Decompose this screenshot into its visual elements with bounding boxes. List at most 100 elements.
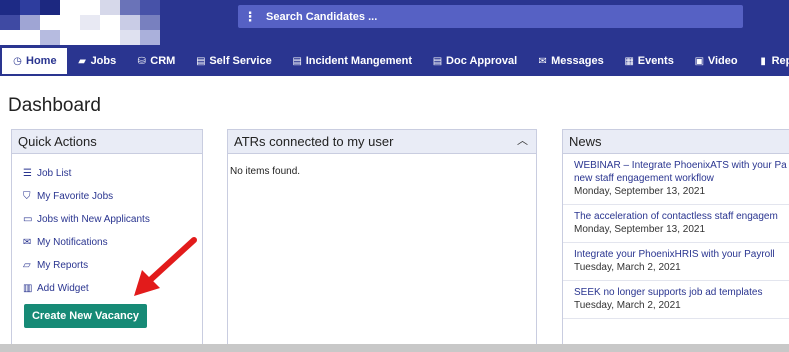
news-link[interactable]: WEBINAR – Integrate PhoenixATS with your… (574, 159, 789, 172)
nav-item-label: Messages (551, 55, 604, 67)
logo-tile (120, 0, 140, 15)
folder-icon: ▰ (78, 55, 86, 67)
quick-actions-title: Quick Actions (12, 130, 202, 154)
news-list: WEBINAR – Integrate PhoenixATS with your… (563, 154, 789, 319)
horizontal-scrollbar[interactable] (0, 344, 789, 352)
atr-panel: ATRs connected to my user ︿ No items fou… (227, 129, 537, 352)
logo-tile (40, 0, 60, 15)
atr-header: ATRs connected to my user ︿ (228, 130, 536, 154)
news-date: Monday, September 13, 2021 (574, 224, 706, 235)
quick-action-label: Add Widget (37, 283, 89, 294)
nav-item-video[interactable]: ▣ Video (684, 48, 748, 74)
envelope-icon: ✉ (23, 237, 32, 248)
logo-tile (60, 0, 80, 15)
quick-action-label: My Favorite Jobs (37, 191, 114, 202)
nav-divider (0, 74, 789, 76)
news-link-continued[interactable]: new staff engagement workflow (574, 172, 789, 185)
nav-item-label: Reports (771, 55, 789, 67)
logo-tile (140, 30, 160, 45)
nav-item-messages[interactable]: ✉ Messages (527, 48, 614, 74)
nav-item-crm[interactable]: ⛁ CRM (126, 48, 185, 74)
nav-item-self-service[interactable]: ▤ Self Service (185, 48, 281, 74)
logo-tile (0, 15, 20, 30)
clock-icon: ◷ (13, 55, 22, 67)
logo-tile (60, 15, 80, 30)
quick-action-item[interactable]: ☰ Job List (23, 162, 202, 185)
briefcase-icon: ⛁ (137, 55, 146, 67)
news-item: The acceleration of contactless staff en… (563, 205, 789, 243)
nav-item-jobs[interactable]: ▰ Jobs (67, 48, 127, 74)
quick-action-label: Job List (37, 168, 72, 179)
atr-title: ATRs connected to my user (234, 134, 394, 149)
search-menu-icon[interactable]: ⋮ (238, 5, 262, 28)
star-icon: ⛉ (23, 191, 31, 202)
logo-tile (0, 30, 20, 45)
card-icon: ▤ (196, 55, 206, 67)
news-link[interactable]: SEEK no longer supports job ad templates (574, 286, 789, 299)
quick-action-item[interactable]: ⛉ My Favorite Jobs (23, 185, 202, 208)
news-link[interactable]: The acceleration of contactless staff en… (574, 210, 789, 223)
news-item: Integrate your PhoenixHRIS with your Pay… (563, 243, 789, 281)
logo-tile (20, 30, 40, 45)
report-icon: ▮ (760, 55, 766, 67)
chevron-up-icon[interactable]: ︿ (517, 130, 528, 153)
logo-tile (100, 30, 120, 45)
nav-item-label: CRM (150, 55, 176, 67)
company-logo[interactable] (0, 0, 160, 46)
nav-item-doc-approval[interactable]: ▤ Doc Approval (422, 48, 527, 74)
atr-empty-message: No items found. (230, 166, 301, 177)
calendar-icon: ▦ (624, 55, 634, 67)
nav-item-label: Video (707, 55, 738, 67)
folder-open-icon: ▱ (23, 260, 31, 271)
news-panel: News WEBINAR – Integrate PhoenixATS with… (562, 129, 789, 352)
card-icon: ▤ (432, 55, 443, 67)
logo-tile (80, 15, 100, 30)
logo-tile (120, 30, 140, 45)
nav-item-incident-mangement[interactable]: ▤ Incident Mangement (282, 48, 422, 74)
news-date: Tuesday, March 2, 2021 (574, 300, 681, 311)
logo-tile (140, 15, 160, 30)
create-new-vacancy-button[interactable]: Create New Vacancy (24, 304, 147, 328)
envelope-icon: ✉ (538, 55, 547, 67)
nav-item-label: Home (26, 55, 57, 67)
logo-tile (20, 0, 40, 15)
quick-action-label: Jobs with New Applicants (37, 214, 150, 225)
news-date: Tuesday, March 2, 2021 (574, 262, 681, 273)
news-item: SEEK no longer supports job ad templates… (563, 281, 789, 319)
list-icon: ☰ (23, 168, 32, 179)
card-icon: ▤ (292, 55, 302, 67)
top-bar: ⋮ (0, 0, 789, 48)
chart-icon: ▥ (23, 283, 33, 294)
logo-tile (40, 30, 60, 45)
logo-tile (140, 0, 160, 15)
logo-tile (80, 0, 100, 15)
nav-item-label: Jobs (90, 55, 117, 67)
logo-tile (100, 0, 120, 15)
quick-action-label: My Reports (37, 260, 89, 271)
quick-action-label: My Notifications (37, 237, 108, 248)
nav-item-home[interactable]: ◷ Home (2, 48, 67, 74)
news-link[interactable]: Integrate your PhoenixHRIS with your Pay… (574, 248, 789, 261)
logo-tile (40, 15, 60, 30)
nav-item-label: Self Service (209, 55, 272, 67)
logo-tile (100, 15, 120, 30)
red-arrow-annotation (134, 237, 197, 296)
search-input[interactable] (262, 5, 742, 28)
logo-tile (80, 30, 100, 45)
nav-item-label: Incident Mangement (305, 55, 413, 67)
nav-item-reports[interactable]: ▮ Reports (748, 48, 789, 74)
logo-tile (20, 15, 40, 30)
logo-tile (60, 30, 80, 45)
document-icon: ▭ (23, 214, 33, 225)
main-nav: ◷ Home ▰ Jobs ⛁ CRM ▤ Self Service ▤ Incident Man… (0, 48, 789, 74)
nav-item-label: Doc Approval (446, 55, 518, 67)
news-date: Monday, September 13, 2021 (574, 186, 706, 197)
search-bar: ⋮ (238, 5, 743, 28)
nav-item-label: Events (637, 55, 674, 67)
nav-item-events[interactable]: ▦ Events (614, 48, 684, 74)
quick-action-item[interactable]: ▭ Jobs with New Applicants (23, 208, 202, 231)
news-item: WEBINAR – Integrate PhoenixATS with your… (563, 154, 789, 205)
logo-tile (120, 15, 140, 30)
page-title: Dashboard (8, 95, 101, 116)
video-icon: ▣ (694, 55, 705, 67)
